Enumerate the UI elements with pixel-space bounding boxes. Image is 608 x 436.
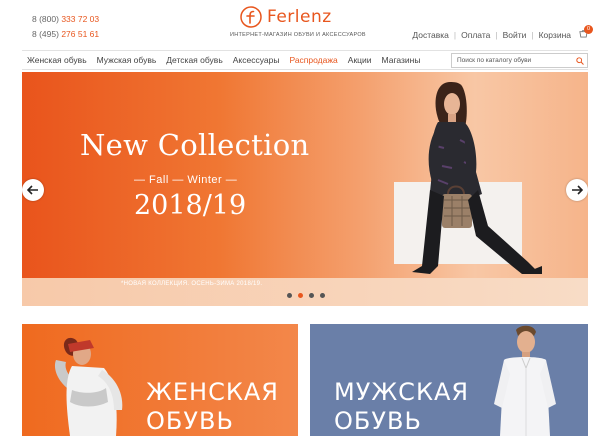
top-links: Доставка | Оплата | Войти | Корзина bbox=[407, 30, 576, 40]
slider-next-button[interactable] bbox=[566, 179, 588, 201]
hero-subtitle: — Fall — Winter — bbox=[134, 174, 238, 186]
phone-line-2[interactable]: 8 (495) 276 51 61 bbox=[32, 27, 99, 42]
slider-dot-2[interactable] bbox=[298, 293, 303, 298]
logo-text: Ferlenz bbox=[267, 7, 332, 27]
site-tagline: ИНТЕРНЕТ-МАГАЗИН ОБУВИ И АКСЕССУАРОВ bbox=[230, 32, 366, 38]
nav-item-stores[interactable]: Магазины bbox=[377, 55, 426, 65]
phone-line-1[interactable]: 8 (800) 333 72 03 bbox=[32, 12, 99, 27]
search-box bbox=[451, 53, 588, 68]
payment-link[interactable]: Оплата bbox=[456, 30, 495, 40]
hero-floor bbox=[22, 278, 588, 306]
nav-item-promotions[interactable]: Акции bbox=[343, 55, 377, 65]
hero-caption: *НОВАЯ КОЛЛЕКЦИЯ. ОСЕНЬ-ЗИМА 2018/19. bbox=[121, 281, 263, 287]
login-link[interactable]: Войти bbox=[498, 30, 532, 40]
search-icon[interactable] bbox=[576, 57, 584, 65]
arrow-right-icon bbox=[572, 185, 583, 195]
cart-link[interactable]: Корзина bbox=[534, 30, 576, 40]
hero-year: 2018/19 bbox=[134, 190, 247, 221]
cart-count-badge: 0 bbox=[584, 25, 593, 34]
arrow-left-icon bbox=[27, 185, 38, 195]
slider-dot-4[interactable] bbox=[320, 293, 325, 298]
nav-item-kids-shoes[interactable]: Детская обувь bbox=[161, 55, 227, 65]
women-model-image bbox=[54, 337, 123, 436]
hero-slider[interactable]: New Collection — Fall — Winter — 2018/19… bbox=[22, 72, 588, 306]
women-shoes-tile[interactable]: ЖЕНСКАЯ ОБУВЬ bbox=[22, 324, 298, 436]
nav-item-accessories[interactable]: Аксессуары bbox=[228, 55, 285, 65]
slider-prev-button[interactable] bbox=[22, 179, 44, 201]
hero-title: New Collection bbox=[80, 128, 310, 162]
main-nav: Женская обувь Мужская обувь Детская обув… bbox=[22, 50, 588, 70]
slider-dot-3[interactable] bbox=[309, 293, 314, 298]
slider-dot-1[interactable] bbox=[287, 293, 292, 298]
men-tile-title: МУЖСКАЯ ОБУВЬ bbox=[334, 378, 470, 435]
logo-icon bbox=[240, 6, 262, 28]
men-model-image bbox=[494, 325, 556, 436]
slider-dots bbox=[284, 293, 328, 298]
search-input[interactable] bbox=[457, 57, 572, 64]
nav-item-sale[interactable]: Распродажа bbox=[284, 55, 342, 65]
hero-model-image bbox=[412, 82, 542, 274]
site-header: 8 (800) 333 72 03 8 (495) 276 51 61 Ferl… bbox=[0, 0, 608, 50]
phone-numbers: 8 (800) 333 72 03 8 (495) 276 51 61 bbox=[32, 12, 99, 42]
nav-item-women-shoes[interactable]: Женская обувь bbox=[22, 55, 92, 65]
men-shoes-tile[interactable]: МУЖСКАЯ ОБУВЬ bbox=[310, 324, 588, 436]
women-tile-title: ЖЕНСКАЯ ОБУВЬ bbox=[146, 378, 279, 435]
delivery-link[interactable]: Доставка bbox=[407, 30, 454, 40]
site-logo[interactable]: Ferlenz bbox=[240, 6, 332, 28]
nav-item-men-shoes[interactable]: Мужская обувь bbox=[92, 55, 162, 65]
